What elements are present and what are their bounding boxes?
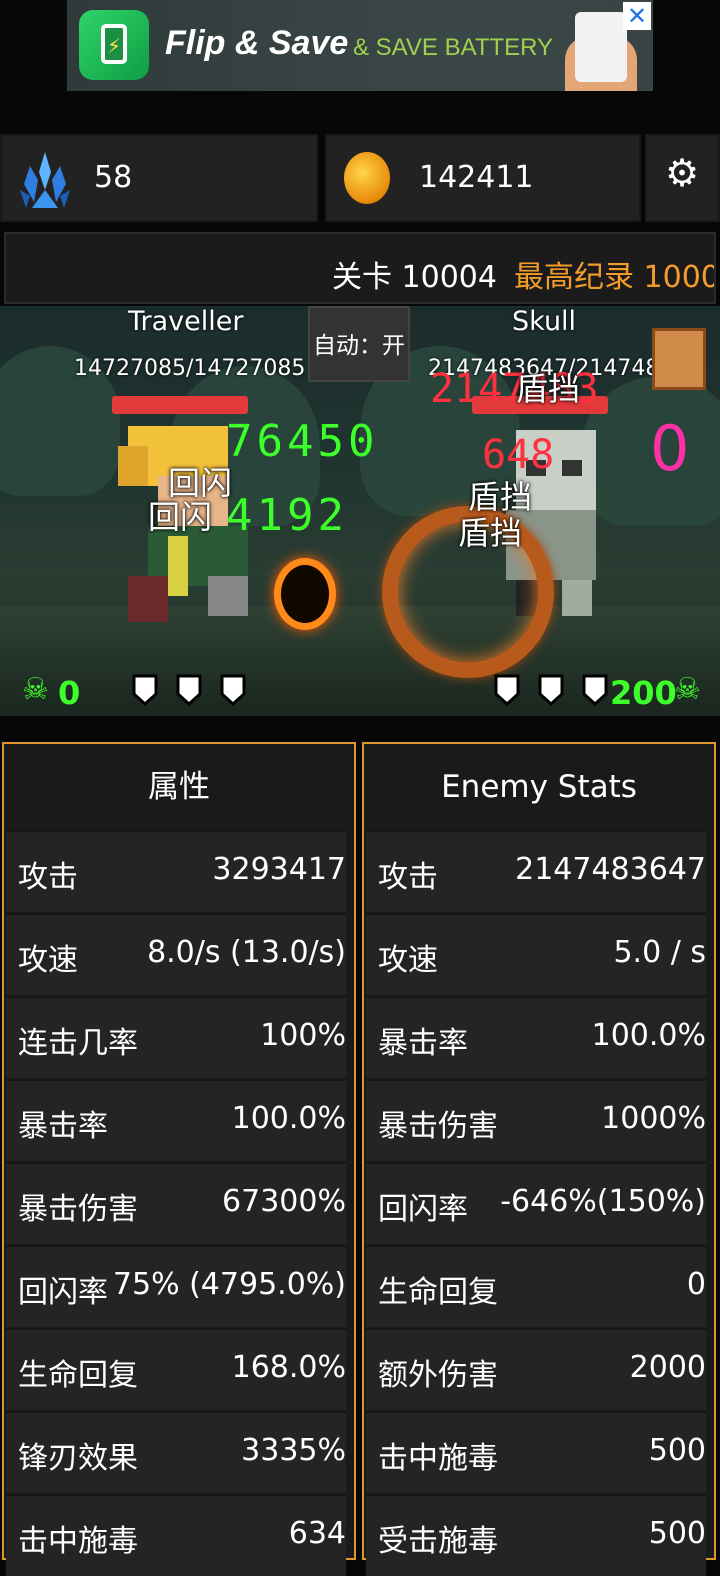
shield-icon xyxy=(220,674,246,706)
gear-icon[interactable]: ⚙ xyxy=(664,154,700,192)
stat-row: 攻击 3293417 xyxy=(6,830,346,912)
stat-value: 2000 xyxy=(629,1350,706,1385)
stat-row: 生命回复 0 xyxy=(366,1245,706,1327)
stat-label: 暴击率 xyxy=(378,1026,468,1061)
shield-icon xyxy=(538,674,564,706)
player-name: Traveller xyxy=(128,306,244,337)
stat-label: 击中施毒 xyxy=(18,1524,138,1559)
stat-value: 2147483647 xyxy=(515,852,706,887)
stat-row: 额外伤害 2000 xyxy=(366,1328,706,1410)
stat-value: 67300% xyxy=(222,1184,346,1219)
enemy-kill-count: 200 xyxy=(610,674,677,712)
miss-number: 0 xyxy=(650,412,690,485)
shield-icon xyxy=(176,674,202,706)
stat-value: 500 xyxy=(648,1516,706,1551)
dodge-popup: 回闪 xyxy=(148,498,213,536)
stat-label: 受击施毒 xyxy=(378,1524,498,1559)
ad-subtitle: & SAVE BATTERY xyxy=(353,34,554,61)
stat-value: 3335% xyxy=(241,1433,346,1468)
dark-portal xyxy=(274,558,336,630)
skull-kill-icon: ☠ xyxy=(674,672,701,707)
stat-row: 暴击率 100.0% xyxy=(6,1079,346,1161)
stat-row: 暴击伤害 1000% xyxy=(366,1079,706,1161)
block-popup: 盾挡 xyxy=(458,514,523,552)
player-kill-count: 0 xyxy=(58,674,81,712)
stat-value: 100% xyxy=(260,1018,346,1053)
player-hp-bar xyxy=(112,396,248,414)
stat-row: 回闪率 75% (4795.0%) xyxy=(6,1245,346,1327)
stat-label: 生命回复 xyxy=(378,1275,498,1310)
best-record: 最高纪录 10004 xyxy=(514,260,714,295)
stat-value: 100.0% xyxy=(591,1018,706,1053)
stat-value: 1000% xyxy=(601,1101,706,1136)
enemy-stats-panel: Enemy Stats 攻击 2147483647 攻速 5.0 / s 暴击率 100.… xyxy=(362,742,716,1576)
coin-count: 142411 xyxy=(419,160,534,195)
stat-label: 连击几率 xyxy=(18,1026,138,1061)
stat-value: 500 xyxy=(648,1433,706,1468)
player-hp-text: 14727085/14727085 xyxy=(74,356,306,381)
stat-value: 168.0% xyxy=(231,1350,346,1385)
shield-icon xyxy=(494,674,520,706)
stat-label: 击中施毒 xyxy=(378,1441,498,1476)
auto-toggle-button[interactable]: 自动：开 xyxy=(308,306,410,382)
gem-count: 58 xyxy=(94,160,133,195)
stat-value: -646%(150%) xyxy=(500,1184,706,1219)
stat-value: 0 xyxy=(686,1267,706,1302)
stat-row: 连击几率 100% xyxy=(6,996,346,1078)
stat-value: 75% (4795.0%) xyxy=(112,1267,346,1302)
stat-label: 攻速 xyxy=(378,943,438,978)
stat-label: 攻击 xyxy=(378,860,438,895)
ad-close-button[interactable]: ✕ xyxy=(623,2,651,30)
level-bar: 关卡 10004 最高纪录 10004 xyxy=(4,232,716,304)
stat-label: 回闪率 xyxy=(378,1192,468,1227)
shield-icon xyxy=(132,674,158,706)
player-stats-header: 属性 xyxy=(148,769,210,805)
ad-banner[interactable]: ⚡ Flip & Save & SAVE BATTERY ✕ xyxy=(67,0,653,91)
stat-row: 攻速 8.0/s (13.0/s) xyxy=(6,913,346,995)
stat-value: 5.0 / s xyxy=(613,935,706,970)
stat-label: 锋刃效果 xyxy=(18,1441,138,1476)
stat-label: 攻击 xyxy=(18,860,78,895)
stat-row: 锋刃效果 3335% xyxy=(6,1411,346,1493)
stat-value: 8.0/s (13.0/s) xyxy=(147,935,346,970)
damage-number: 76450 xyxy=(226,416,379,467)
stat-label: 攻速 xyxy=(18,943,78,978)
stat-row: 攻速 5.0 / s xyxy=(366,913,706,995)
stat-label: 暴击率 xyxy=(18,1109,108,1144)
stat-row: 受击施毒 500 xyxy=(366,1494,706,1576)
stat-row: 暴击伤害 67300% xyxy=(6,1162,346,1244)
stat-row: 回闪率 -646%(150%) xyxy=(366,1162,706,1244)
battle-scene: Traveller 14727085/14727085 自动：开 Skull 2… xyxy=(0,306,720,716)
enemy-name: Skull xyxy=(512,306,577,337)
stat-label: 暴击伤害 xyxy=(378,1109,498,1144)
stat-value: 100.0% xyxy=(231,1101,346,1136)
stat-label: 额外伤害 xyxy=(378,1358,498,1393)
player-stats-panel: 属性 攻击 3293417 攻速 8.0/s (13.0/s) 连击几率 100% 暴击率 1… xyxy=(2,742,356,1576)
stat-label: 暴击伤害 xyxy=(18,1192,138,1227)
stat-value: 3293417 xyxy=(212,852,346,887)
stat-row: 击中施毒 634 xyxy=(6,1494,346,1576)
ad-phone-image xyxy=(575,12,627,82)
ad-app-logo-icon: ⚡ xyxy=(79,10,149,80)
shield-icon xyxy=(582,674,608,706)
gem-crystal-icon xyxy=(20,152,70,208)
damage-number: 4192 xyxy=(226,490,348,541)
stat-row: 暴击率 100.0% xyxy=(366,996,706,1078)
scroll-item-icon[interactable] xyxy=(652,328,706,390)
stat-label: 回闪率 xyxy=(18,1275,108,1310)
current-level: 关卡 10004 xyxy=(332,260,497,295)
stat-label: 生命回复 xyxy=(18,1358,138,1393)
stat-row: 生命回复 168.0% xyxy=(6,1328,346,1410)
gold-coin-icon xyxy=(344,152,390,204)
ad-title: Flip & Save xyxy=(165,24,349,62)
gem-counter: 58 xyxy=(0,134,318,222)
stat-row: 击中施毒 500 xyxy=(366,1411,706,1493)
block-popup: 盾挡 xyxy=(516,370,581,408)
stat-row: 攻击 2147483647 xyxy=(366,830,706,912)
enemy-stats-header: Enemy Stats xyxy=(441,769,637,805)
stat-value: 634 xyxy=(288,1516,346,1551)
skull-kill-icon: ☠ xyxy=(22,672,49,707)
